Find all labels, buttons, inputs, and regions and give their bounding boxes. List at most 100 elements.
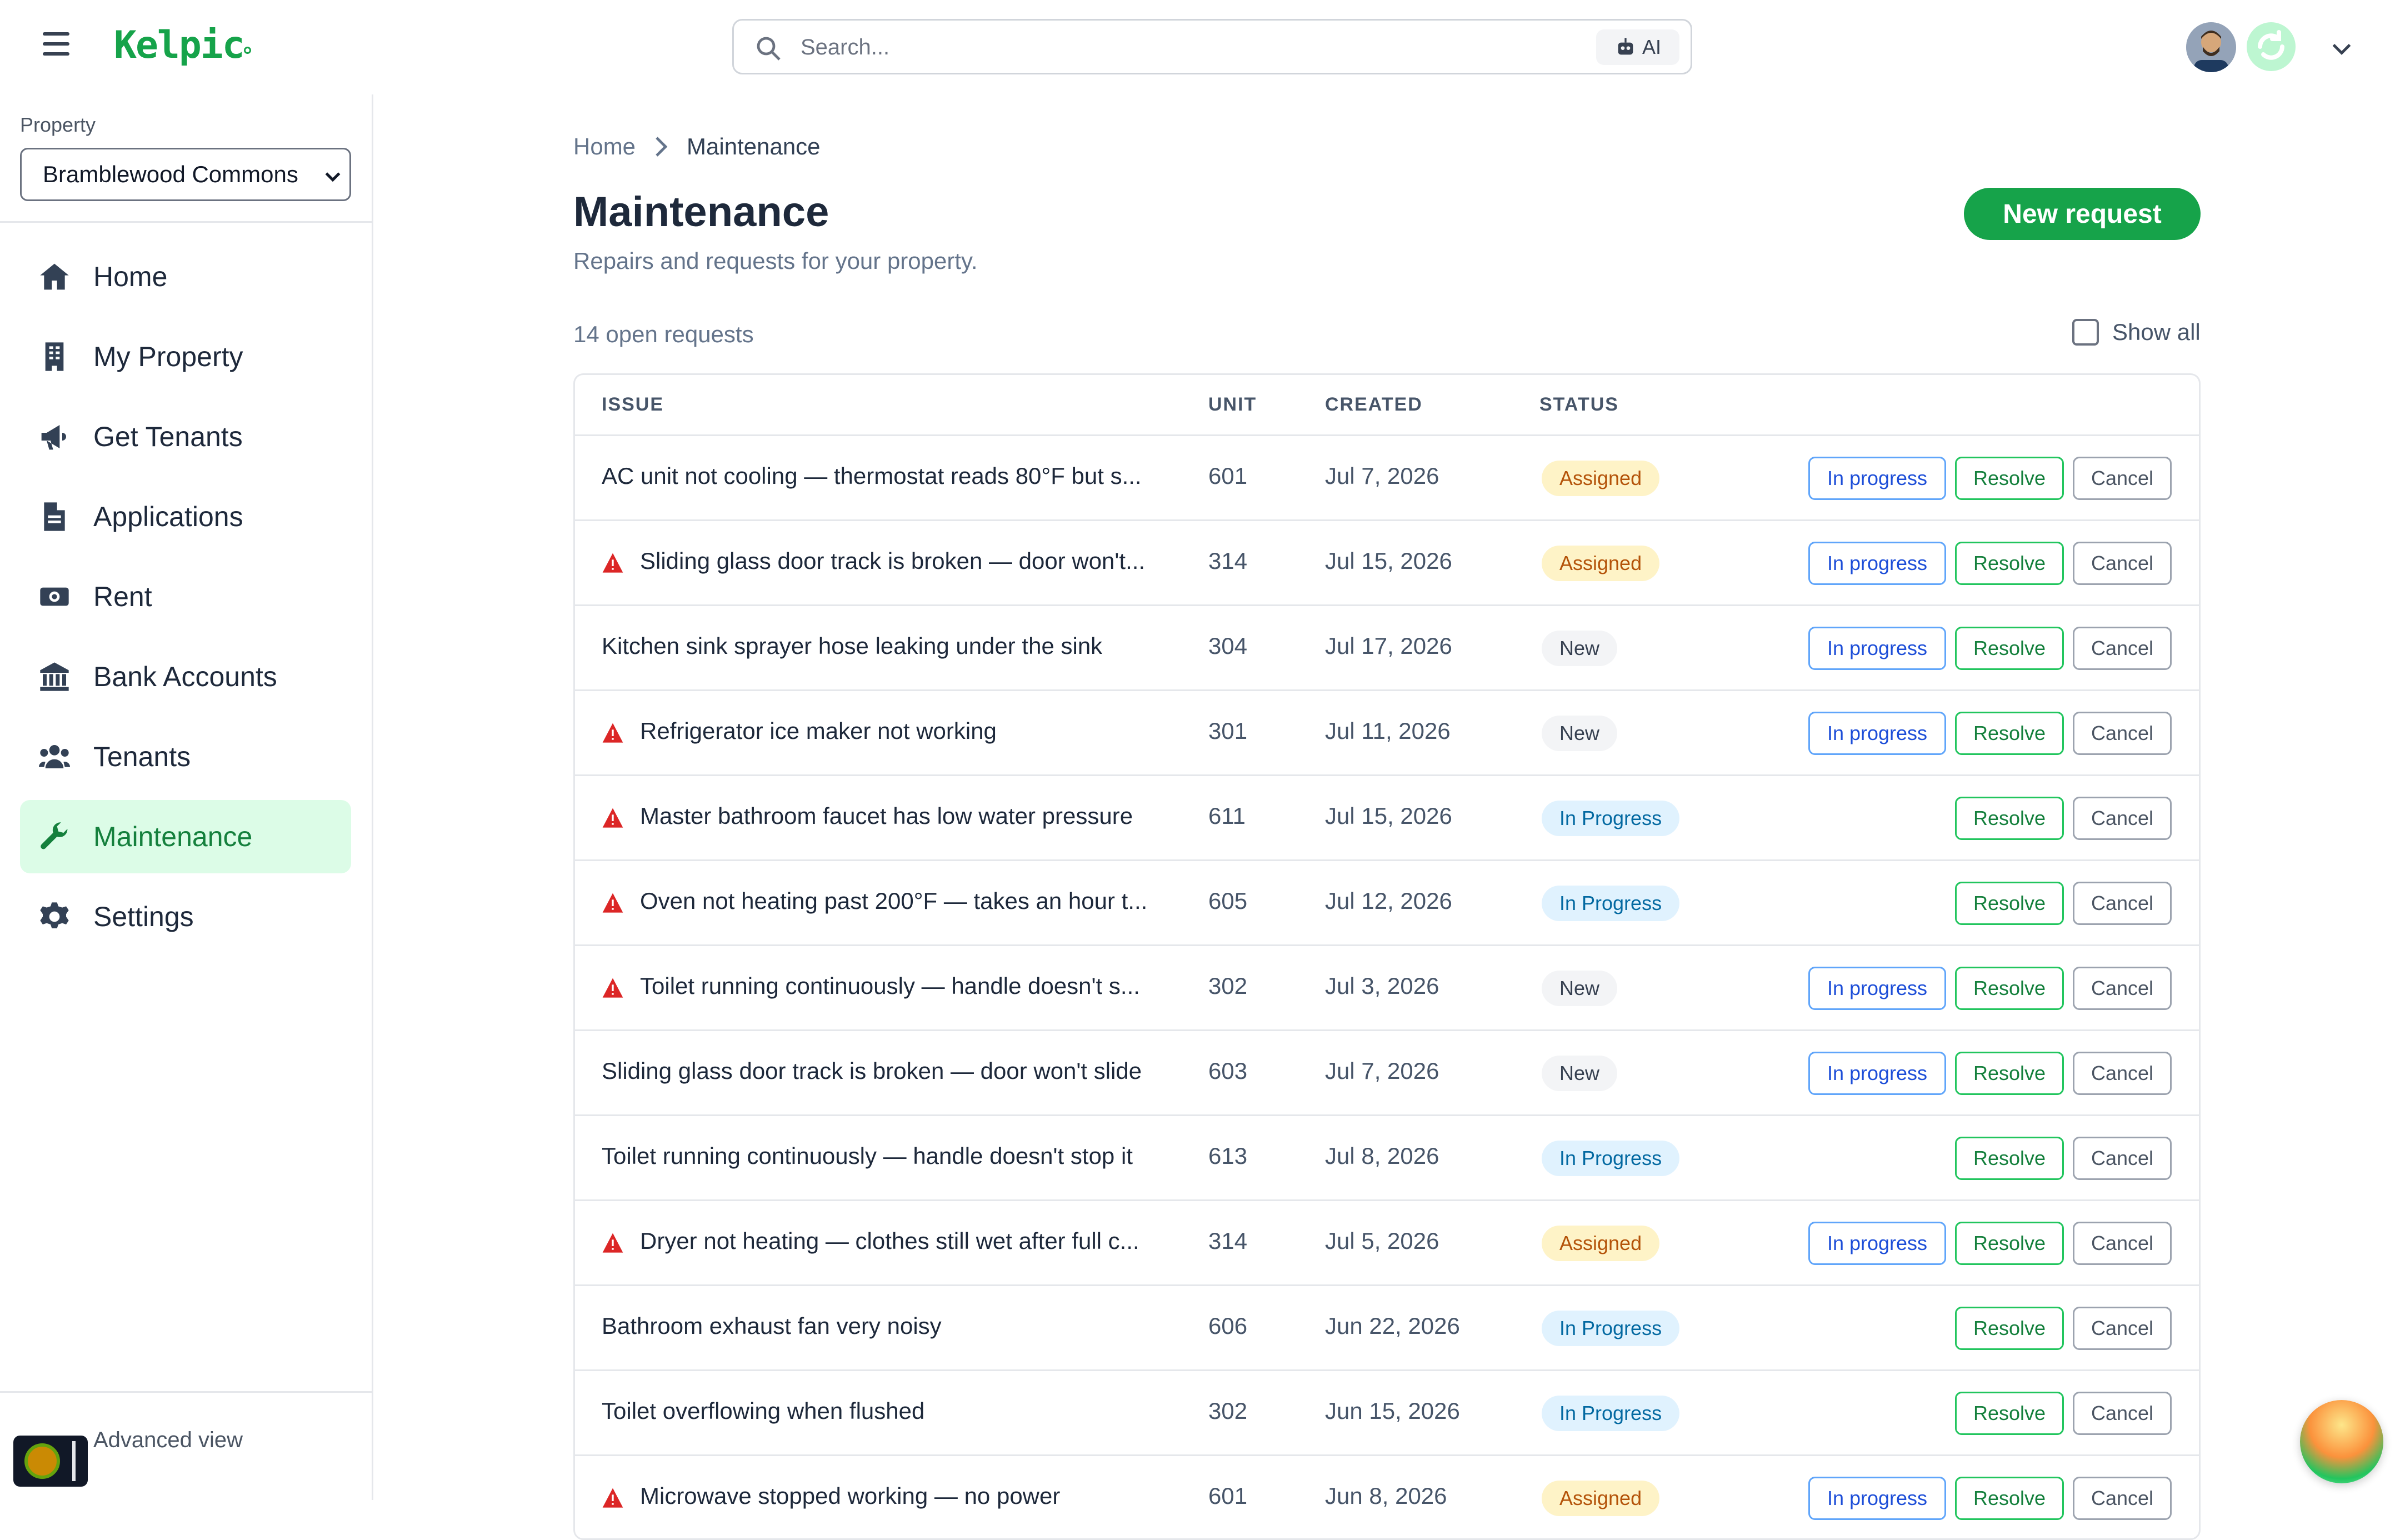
in-progress-button[interactable]: In progress	[1808, 627, 1946, 670]
table-row[interactable]: Toilet running continuously — handle doe…	[575, 1116, 2199, 1201]
app-logo[interactable]: Kelpic	[114, 23, 245, 67]
cancel-button[interactable]: Cancel	[2073, 797, 2172, 840]
cancel-button[interactable]: Cancel	[2073, 457, 2172, 500]
column-header-issue[interactable]: ISSUE	[602, 394, 664, 416]
in-progress-button[interactable]: In progress	[1808, 1477, 1946, 1520]
issue-cell[interactable]: Refrigerator ice maker not working	[640, 718, 997, 744]
issue-cell[interactable]: Toilet running continuously — handle doe…	[640, 973, 1140, 999]
sidebar-item-home[interactable]: Home	[20, 240, 351, 313]
sidebar-item-applications[interactable]: Applications	[20, 480, 351, 553]
resolve-button[interactable]: Resolve	[1955, 797, 2064, 840]
table-row[interactable]: Microwave stopped working — no power 601 J…	[575, 1456, 2199, 1538]
advanced-view-label[interactable]: Advanced view	[93, 1428, 243, 1453]
cancel-button[interactable]: Cancel	[2073, 1137, 2172, 1180]
in-progress-button[interactable]: In progress	[1808, 457, 1946, 500]
table-row[interactable]: Oven not heating past 200°F — takes an h…	[575, 861, 2199, 946]
table-row[interactable]: Toilet running continuously — handle doe…	[575, 946, 2199, 1031]
table-row[interactable]: AC unit not cooling — thermostat reads 8…	[575, 436, 2199, 521]
in-progress-button[interactable]: In progress	[1808, 967, 1946, 1010]
issue-cell[interactable]: Sliding glass door track is broken — doo…	[640, 548, 1145, 574]
divider	[0, 221, 372, 223]
resolve-button[interactable]: Resolve	[1955, 712, 2064, 755]
cancel-button[interactable]: Cancel	[2073, 882, 2172, 925]
cancel-button[interactable]: Cancel	[2073, 967, 2172, 1010]
cancel-button[interactable]: Cancel	[2073, 1392, 2172, 1435]
resolve-button[interactable]: Resolve	[1955, 1137, 2064, 1180]
resolve-button[interactable]: Resolve	[1955, 1392, 2064, 1435]
column-header-unit[interactable]: UNIT	[1208, 394, 1257, 416]
in-progress-button[interactable]: In progress	[1808, 1052, 1946, 1095]
cancel-button[interactable]: Cancel	[2073, 712, 2172, 755]
cancel-button[interactable]: Cancel	[2073, 627, 2172, 670]
in-progress-button[interactable]: In progress	[1808, 1222, 1946, 1265]
issue-cell[interactable]: Master bathroom faucet has low water pre…	[640, 803, 1133, 829]
table-row[interactable]: Sliding glass door track is broken — doo…	[575, 1031, 2199, 1116]
unit-cell: 302	[1208, 1398, 1248, 1424]
warning-icon	[602, 1488, 623, 1508]
menu-icon[interactable]	[43, 32, 69, 56]
status-badge: In Progress	[1542, 801, 1680, 836]
resolve-button[interactable]: Resolve	[1955, 1477, 2064, 1520]
search-input[interactable]	[801, 31, 1578, 64]
breadcrumb-home[interactable]: Home	[573, 133, 636, 160]
sidebar-item-my-property[interactable]: My Property	[20, 320, 351, 393]
resolve-button[interactable]: Resolve	[1955, 967, 2064, 1010]
table-row[interactable]: Bathroom exhaust fan very noisy 606 Jun 22…	[575, 1286, 2199, 1371]
table-row[interactable]: Sliding glass door track is broken — doo…	[575, 521, 2199, 606]
sidebar-item-rent[interactable]: Rent	[20, 560, 351, 633]
show-all-toggle[interactable]: Show all	[2072, 319, 2201, 346]
cancel-button[interactable]: Cancel	[2073, 1307, 2172, 1350]
sidebar-item-maintenance[interactable]: Maintenance	[20, 800, 351, 873]
issue-cell[interactable]: AC unit not cooling — thermostat reads 8…	[602, 463, 1142, 489]
table-row[interactable]: Toilet overflowing when flushed 302 Jun 15…	[575, 1371, 2199, 1456]
property-select[interactable]: Bramblewood Commons	[20, 148, 351, 201]
cancel-button[interactable]: Cancel	[2073, 1222, 2172, 1265]
resolve-button[interactable]: Resolve	[1955, 882, 2064, 925]
table-row[interactable]: Refrigerator ice maker not working 301 Jul…	[575, 691, 2199, 776]
table-row[interactable]: Dryer not heating — clothes still wet af…	[575, 1201, 2199, 1286]
cancel-button[interactable]: Cancel	[2073, 1052, 2172, 1095]
resolve-button[interactable]: Resolve	[1955, 457, 2064, 500]
created-cell: Jul 15, 2026	[1325, 803, 1452, 829]
sidebar-item-bank-accounts[interactable]: Bank Accounts	[20, 640, 351, 713]
sidebar-item-label: Tenants	[93, 741, 191, 772]
sidebar-item-get-tenants[interactable]: Get Tenants	[20, 400, 351, 473]
resolve-button[interactable]: Resolve	[1955, 627, 2064, 670]
assistant-fab[interactable]	[2300, 1400, 2383, 1483]
in-progress-button[interactable]: In progress	[1808, 712, 1946, 755]
resolve-button[interactable]: Resolve	[1955, 1052, 2064, 1095]
issue-cell[interactable]: Kitchen sink sprayer hose leaking under …	[602, 633, 1102, 659]
resolve-button[interactable]: Resolve	[1955, 542, 2064, 585]
new-request-button[interactable]: New request	[1964, 188, 2201, 240]
issue-cell[interactable]: Toilet overflowing when flushed	[602, 1398, 924, 1424]
avatar-image	[2186, 22, 2236, 72]
sync-icon[interactable]	[2244, 20, 2298, 73]
cancel-button[interactable]: Cancel	[2073, 1477, 2172, 1520]
ai-button[interactable]: AI	[1596, 29, 1679, 65]
search-bar[interactable]: AI	[732, 19, 1692, 74]
column-header-status[interactable]: STATUS	[1539, 394, 1619, 416]
issue-cell[interactable]: Microwave stopped working — no power	[640, 1483, 1060, 1509]
resolve-button[interactable]: Resolve	[1955, 1307, 2064, 1350]
in-progress-button[interactable]: In progress	[1808, 542, 1946, 585]
column-header-created[interactable]: CREATED	[1325, 394, 1423, 416]
issue-cell[interactable]: Bathroom exhaust fan very noisy	[602, 1313, 942, 1339]
issue-cell[interactable]: Dryer not heating — clothes still wet af…	[640, 1228, 1139, 1254]
sidebar-item-settings[interactable]: Settings	[20, 880, 351, 953]
sidebar: Property Bramblewood Commons Home My Pro…	[0, 94, 373, 1500]
chevron-down-icon[interactable]	[2328, 34, 2356, 62]
table-row[interactable]: Kitchen sink sprayer hose leaking under …	[575, 606, 2199, 691]
sidebar-item-tenants[interactable]: Tenants	[20, 720, 351, 793]
unit-cell: 314	[1208, 1228, 1248, 1254]
show-all-checkbox[interactable]	[2072, 319, 2099, 346]
status-badge: New	[1542, 971, 1618, 1006]
issue-cell[interactable]: Toilet running continuously — handle doe…	[602, 1143, 1133, 1169]
resolve-button[interactable]: Resolve	[1955, 1222, 2064, 1265]
issue-cell[interactable]: Sliding glass door track is broken — doo…	[602, 1058, 1142, 1084]
issue-cell[interactable]: Oven not heating past 200°F — takes an h…	[640, 888, 1147, 914]
cancel-button[interactable]: Cancel	[2073, 542, 2172, 585]
advanced-view-toggle[interactable]	[13, 1436, 88, 1487]
table-row[interactable]: Master bathroom faucet has low water pre…	[575, 776, 2199, 861]
avatar[interactable]	[2186, 22, 2236, 72]
open-requests-count: 14 open requests	[573, 321, 754, 347]
